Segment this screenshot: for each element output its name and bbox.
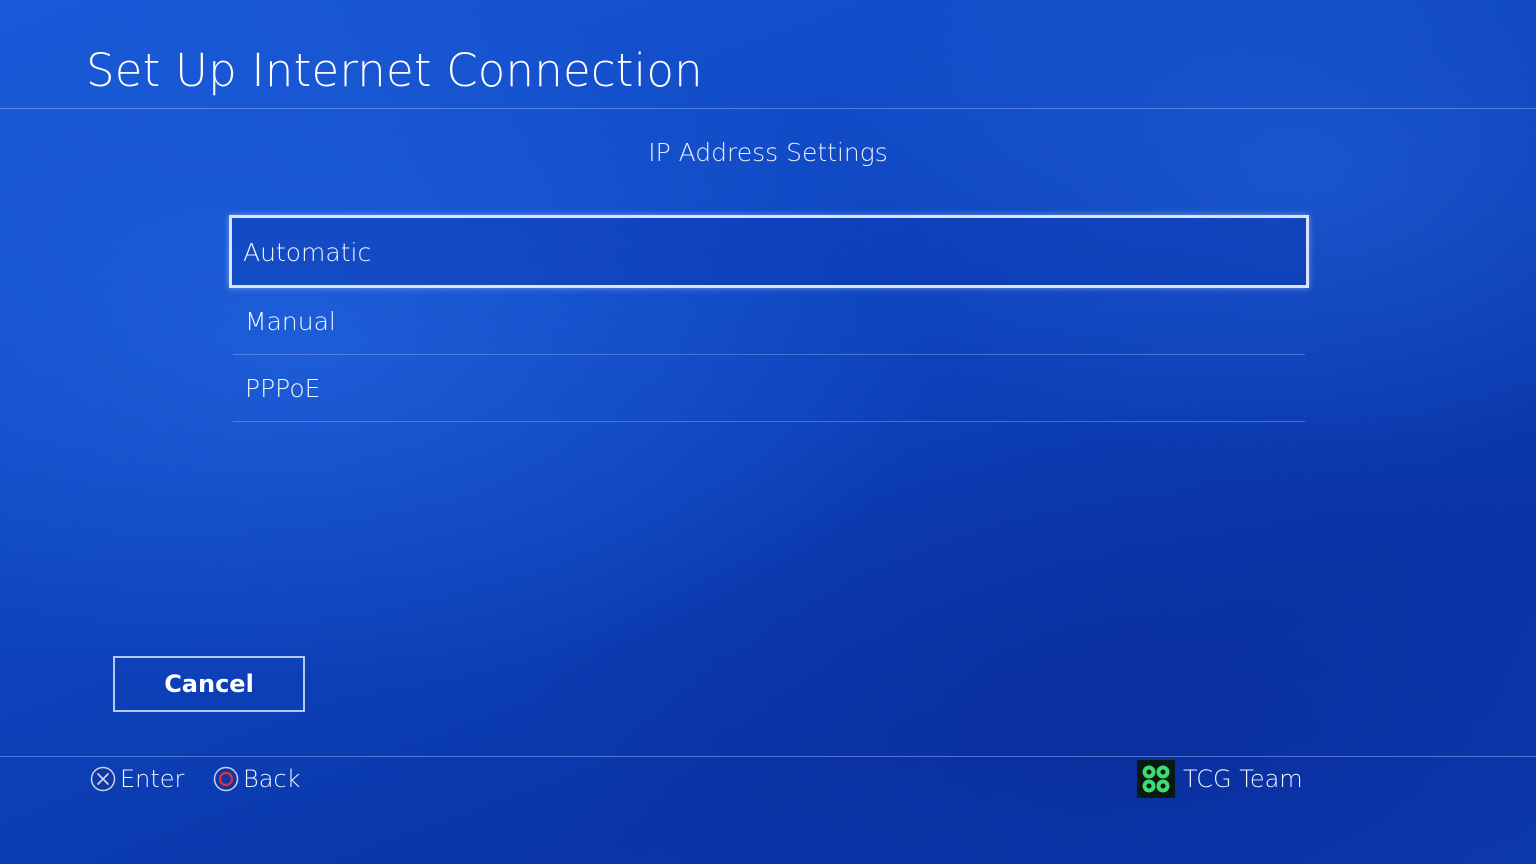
enter-hint-label: Enter [120,765,185,793]
back-hint: Back [213,764,301,794]
cancel-button[interactable]: Cancel [113,656,305,712]
footer-divider [0,756,1536,757]
option-automatic[interactable]: Automatic [229,215,1309,288]
enter-hint: Enter [90,764,184,794]
clover-avatar-icon [1137,760,1175,798]
back-hint-label: Back [243,765,301,793]
header-divider [0,108,1536,109]
cross-button-icon [90,766,116,792]
user-profile: TCG Team [1137,760,1303,798]
circle-button-icon [213,766,239,792]
ip-settings-menu: Automatic Manual PPPoE [229,215,1309,422]
user-name: TCG Team [1183,765,1303,793]
page-title: Set Up Internet Connection [86,44,703,97]
option-pppoe[interactable]: PPPoE [233,355,1305,422]
section-subtitle: IP Address Settings [648,138,888,167]
option-manual[interactable]: Manual [233,288,1305,355]
